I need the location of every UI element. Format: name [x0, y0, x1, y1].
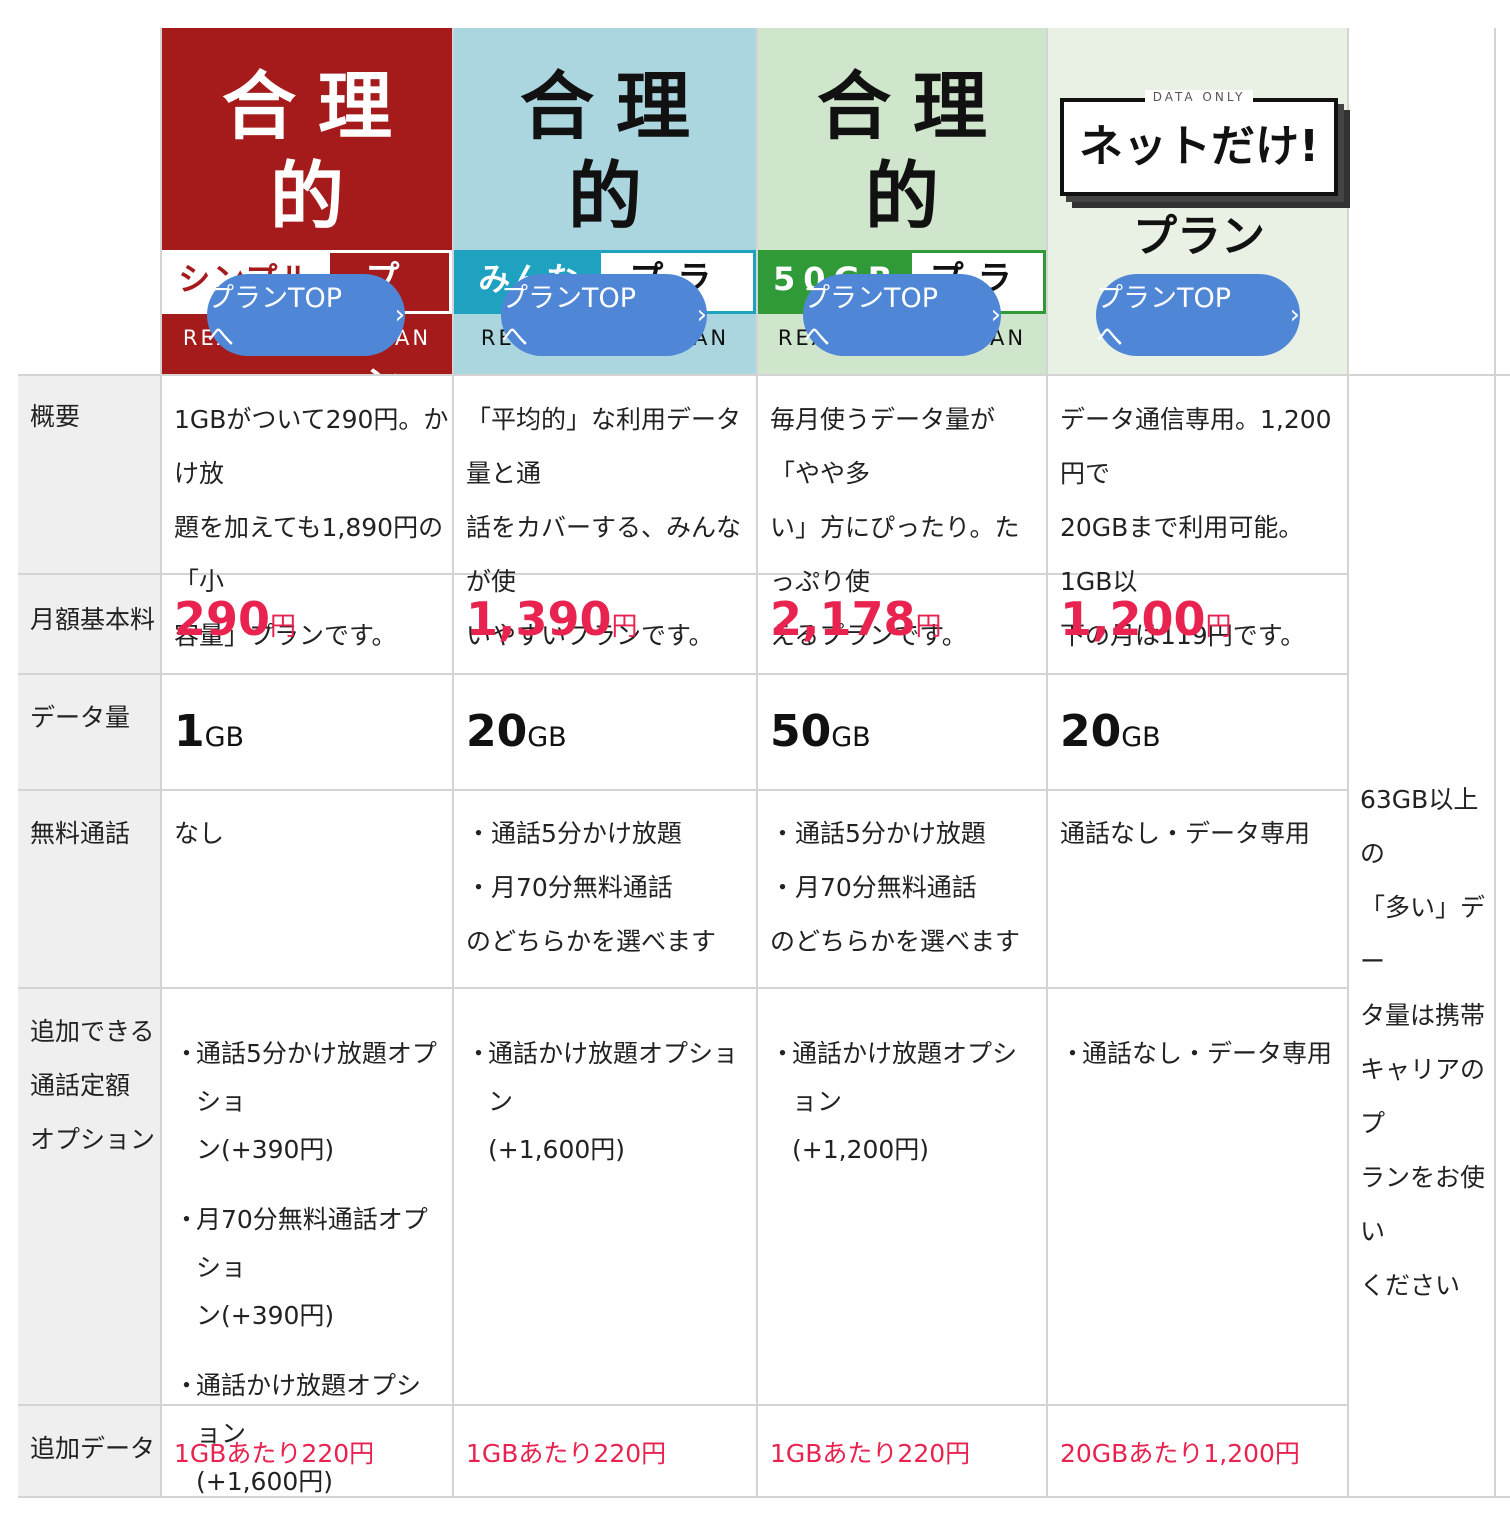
plan-top-button[interactable]: プランTOPへ › — [803, 274, 1001, 356]
option-item: ・通話5分かけ放題オプショ ン(+390円) — [174, 1030, 444, 1174]
price-value: 1,200 — [1060, 592, 1206, 646]
data-value: 20 — [1060, 706, 1122, 757]
extra-data-minna: 1GBあたり220円 — [466, 1439, 667, 1468]
options-minna: ・通話かけ放題オプション (+1,600円) — [466, 1030, 746, 1196]
bullet: ・ — [1060, 1039, 1086, 1068]
option-item: ・通話かけ放題オプション (+1,200円) — [770, 1030, 1040, 1174]
plan-top-button[interactable]: プランTOPへ › — [207, 274, 405, 356]
chevron-right-icon: › — [1289, 300, 1300, 330]
free-call-simple290: なし — [174, 819, 225, 848]
price-net-only: 1,200円 — [1060, 592, 1232, 654]
button-label: プランTOPへ — [803, 283, 939, 353]
row-label-free-call: 無料通話 — [18, 791, 160, 987]
row-label-data: データ量 — [18, 675, 160, 789]
free-call-net-only: 通話なし・データ専用 — [1060, 819, 1311, 848]
options-net-only: ・通話なし・データ専用 — [1060, 1030, 1340, 1100]
price-unit: 円 — [270, 612, 297, 642]
row-label-text: 月額基本料 — [30, 605, 156, 634]
logo-name: ネットだけ!プラン — [1078, 121, 1320, 262]
row-label-text: 無料通話 — [30, 819, 131, 848]
option-item: ・通話なし・データ専用 — [1060, 1030, 1340, 1078]
extra-data-net-only: 20GBあたり1,200円 — [1060, 1439, 1300, 1468]
grid-line — [1347, 28, 1349, 1498]
data-net-only: 20GB — [1060, 705, 1161, 765]
data-unit: GB — [204, 722, 245, 753]
chevron-right-icon: › — [394, 300, 405, 330]
plan-header-simple290: 合理的 シンプル290 プラン REASONABLE PLAN プランTOPへ … — [162, 28, 452, 403]
row-label-options: 追加できる 通話定額 オプション — [18, 989, 160, 1404]
logo-tag-text: DATA ONLY — [1144, 90, 1254, 104]
free-call-minna: ・通話5分かけ放題 ・月70分無料通話 のどちらかを選べます — [466, 819, 717, 956]
extra-data-50gb: 1GBあたり220円 — [770, 1439, 971, 1468]
bullet: ・ — [466, 1039, 492, 1068]
extra-data-simple290: 1GBあたり220円 — [174, 1439, 375, 1468]
grid-line — [18, 987, 1348, 989]
data-50gb: 50GB — [770, 705, 871, 765]
logo-title: 合理的 — [817, 64, 1009, 240]
carrier-note: 63GB以上の 「多い」デー タ量は携帯 キャリアのプ ランをお使い ください — [1360, 785, 1486, 1300]
button-label: プランTOPへ — [1096, 283, 1232, 353]
price-value: 2,178 — [770, 592, 916, 646]
option-item: ・通話かけ放題オプション (+1,600円) — [466, 1030, 746, 1174]
data-minna: 20GB — [466, 705, 567, 765]
plan-top-button[interactable]: プランTOPへ › — [1096, 274, 1300, 356]
plan-header-minna: 合理的 みんなの プラン REASONABLE PLAN プランTOPへ › — [454, 28, 756, 374]
price-unit: 円 — [611, 612, 638, 642]
data-unit: GB — [831, 722, 871, 753]
option-item: ・月70分無料通話オプショ ン(+390円) — [174, 1196, 444, 1340]
plan-header-50gb: 合理的 50GB プラン REASONABLE PLAN プランTOPへ › — [758, 28, 1046, 374]
logo-title: 合理的 — [520, 64, 712, 240]
row-label-price: 月額基本料 — [18, 575, 160, 673]
option-text: 通話5分かけ放題オプショ ン(+390円) — [196, 1039, 437, 1164]
row-label-summary: 概要 — [18, 376, 160, 573]
logo-title: 合理的 — [222, 64, 414, 240]
price-value: 290 — [174, 592, 271, 646]
grid-line — [18, 789, 1348, 791]
grid-line — [18, 673, 1348, 675]
grid-line — [18, 374, 1510, 376]
plan-top-button[interactable]: プランTOPへ › — [501, 274, 707, 356]
price-unit: 円 — [1205, 612, 1232, 642]
logo-tag: DATA ONLY — [1064, 90, 1334, 104]
plan-header-net-only: DATA ONLY ネットだけ!プラン プランTOPへ › — [1048, 28, 1347, 374]
chevron-right-icon: › — [990, 300, 1001, 330]
chevron-right-icon: › — [696, 300, 707, 330]
data-value: 20 — [466, 706, 528, 757]
price-minna: 1,390円 — [466, 592, 638, 654]
data-value: 50 — [770, 706, 832, 757]
option-text: 通話かけ放題オプション (+1,600円) — [488, 1039, 739, 1164]
option-text: 月70分無料通話オプショ ン(+390円) — [196, 1205, 428, 1330]
price-value: 1,390 — [466, 592, 612, 646]
data-unit: GB — [1121, 722, 1161, 753]
options-50gb: ・通話かけ放題オプション (+1,200円) — [770, 1030, 1040, 1196]
free-call-50gb: ・通話5分かけ放題 ・月70分無料通話 のどちらかを選べます — [770, 819, 1021, 956]
price-simple290: 290円 — [174, 592, 296, 654]
row-label-text: 追加データ — [30, 1434, 156, 1463]
plan-logo: DATA ONLY ネットだけ!プラン — [1060, 90, 1338, 262]
button-label: プランTOPへ — [207, 283, 343, 353]
row-label-text: データ量 — [30, 703, 131, 732]
row-label-extra-data: 追加データ — [18, 1406, 160, 1496]
grid-line — [1494, 28, 1496, 1498]
data-unit: GB — [527, 722, 567, 753]
option-text: 通話かけ放題オプション (+1,200円) — [792, 1039, 1018, 1164]
button-label: プランTOPへ — [501, 283, 637, 353]
bullet: ・ — [174, 1205, 200, 1234]
price-50gb: 2,178円 — [770, 592, 942, 654]
data-simple290: 1GB — [174, 705, 244, 765]
option-text: 通話なし・データ専用 — [1082, 1039, 1333, 1068]
price-unit: 円 — [915, 612, 942, 642]
row-label-text: 概要 — [30, 402, 81, 431]
data-value: 1 — [174, 706, 205, 757]
bullet: ・ — [770, 1039, 796, 1068]
bullet: ・ — [174, 1039, 200, 1068]
row-label-text: 追加できる 通話定額 オプション — [30, 1017, 156, 1154]
